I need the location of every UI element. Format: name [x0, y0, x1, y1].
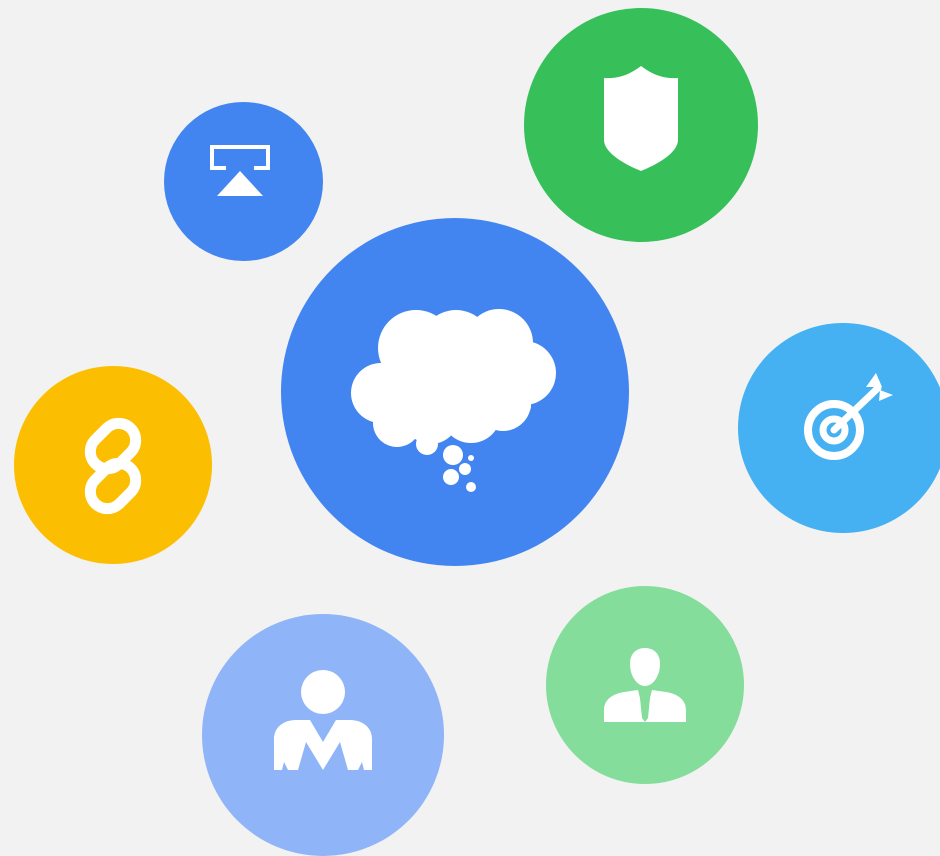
screen-cast-icon [210, 145, 270, 196]
shield-icon [604, 66, 678, 171]
target-arrow-icon [804, 373, 893, 460]
shield-bubble [524, 8, 758, 242]
icon-bubble-cluster [0, 0, 940, 856]
thought-cloud-icon [351, 309, 556, 492]
businessman-icon [604, 648, 686, 722]
target-bubble [738, 323, 940, 533]
businessman-bubble [546, 586, 744, 784]
chain-link-icon [84, 417, 142, 515]
user-icon [274, 670, 372, 770]
thought-cloud-bubble [281, 218, 629, 566]
chain-link-bubble [14, 366, 212, 564]
screen-cast-bubble [164, 102, 323, 261]
user-bubble [202, 614, 444, 856]
